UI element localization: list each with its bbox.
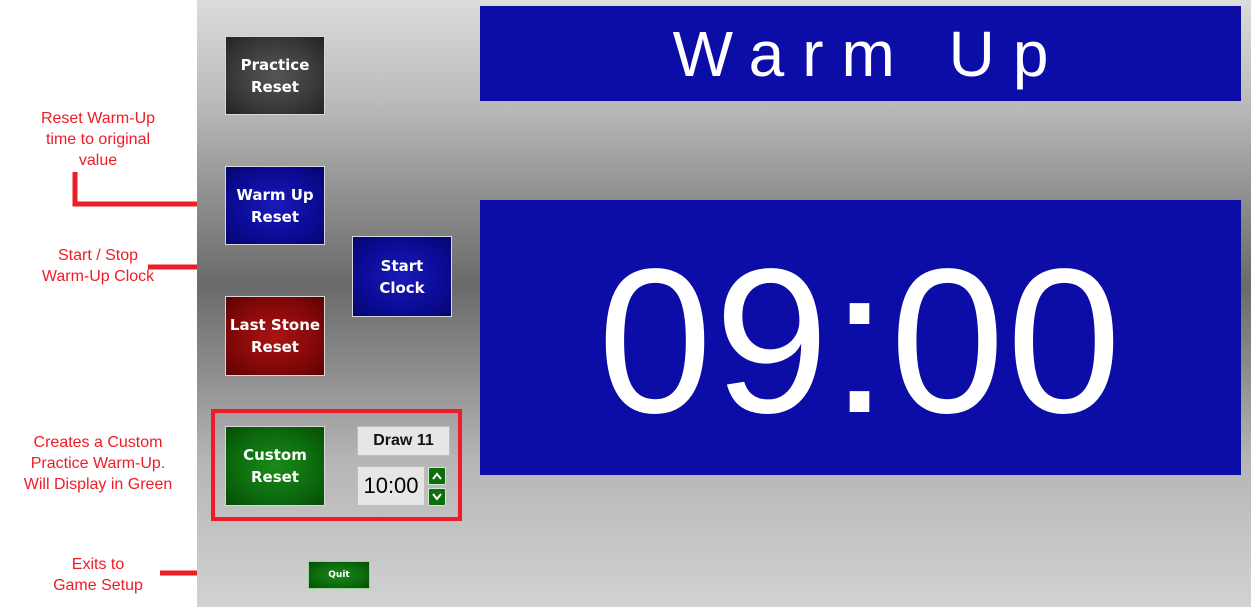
annotation-line: time to original xyxy=(45,131,151,148)
annotation-line: Creates a Custom xyxy=(33,434,163,451)
practice-reset-button[interactable]: Practice Reset xyxy=(225,36,325,115)
last-stone-reset-button[interactable]: Last Stone Reset xyxy=(225,296,325,376)
annotation-custom-practice: Creates a Custom Practice Warm-Up. Will … xyxy=(0,432,196,495)
annotation-line: value xyxy=(78,152,118,169)
clock-display: 09:00 xyxy=(480,200,1241,475)
warmup-reset-button[interactable]: Warm Up Reset xyxy=(225,166,325,245)
custom-time-input[interactable]: 10:00 xyxy=(357,466,425,506)
annotation-line: Practice Warm-Up. xyxy=(30,455,166,472)
button-label-line: Custom xyxy=(243,446,307,464)
quit-button[interactable]: Quit xyxy=(308,561,370,589)
button-label-line: Reset xyxy=(250,77,299,96)
start-clock-button[interactable]: Start Clock xyxy=(352,236,452,317)
custom-reset-button[interactable]: Custom Reset xyxy=(225,426,325,506)
annotation-line: Will Display in Green xyxy=(23,476,173,493)
clock-time: 09:00 xyxy=(597,225,1124,456)
button-label-line: Start xyxy=(380,256,424,275)
warmup-screen: Practice Reset Warm Up Reset Start Clock… xyxy=(197,0,1251,607)
chevron-down-icon[interactable] xyxy=(428,488,446,506)
annotation-reset-warmup: Reset Warm-Up time to original value xyxy=(0,108,196,171)
title-banner: Warm Up xyxy=(480,6,1241,101)
button-label: Quit xyxy=(328,570,350,580)
button-label-line: Warm Up xyxy=(236,185,314,204)
button-label-line: Reset xyxy=(250,338,299,356)
button-label-line: Reset xyxy=(250,468,299,486)
button-label-line: Clock xyxy=(379,278,425,297)
button-label-line: Practice xyxy=(240,55,310,74)
button-label-line: Reset xyxy=(251,207,299,226)
chevron-up-icon[interactable] xyxy=(428,467,446,485)
annotation-line: Reset Warm-Up xyxy=(40,110,156,127)
draw-label: Draw 11 xyxy=(357,426,450,456)
page-title: Warm Up xyxy=(672,17,1067,90)
button-label-line: Last Stone xyxy=(229,316,321,334)
